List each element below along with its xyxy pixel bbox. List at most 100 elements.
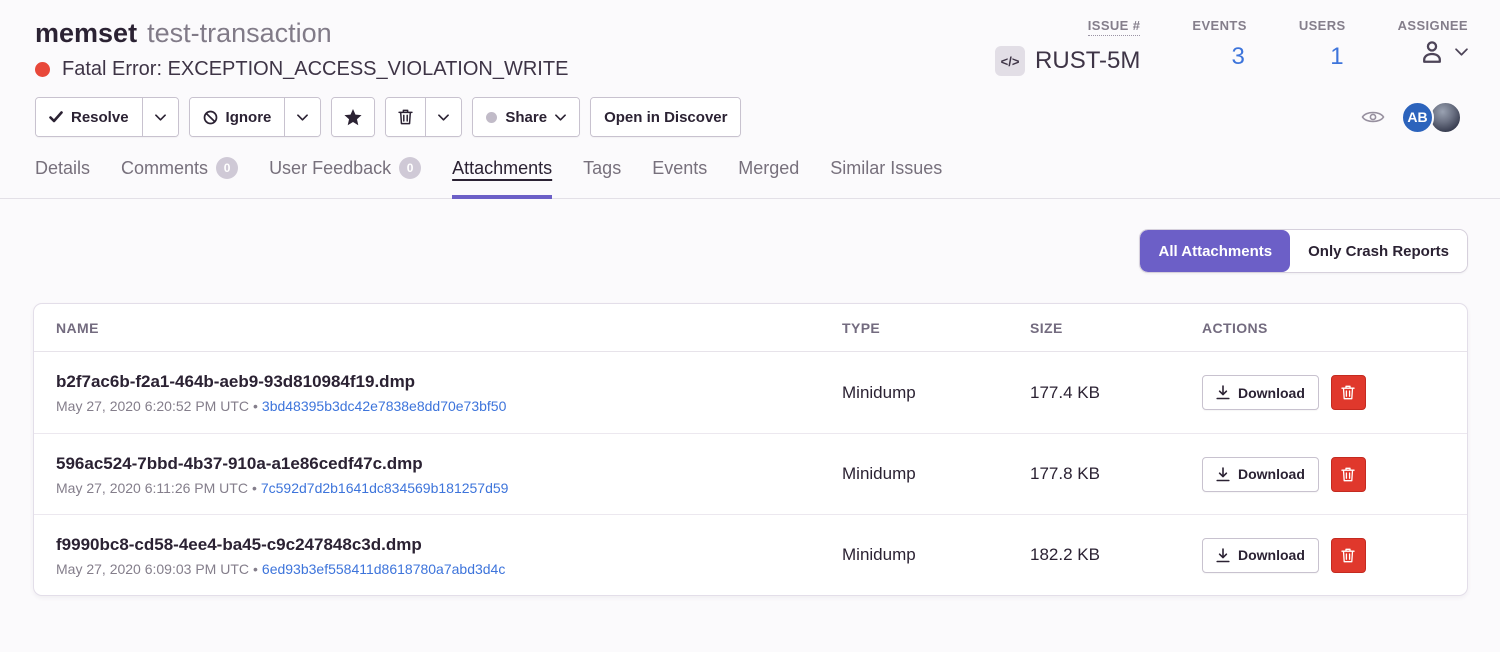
delete-button-group xyxy=(385,97,462,137)
issue-number-label: ISSUE # xyxy=(1088,18,1141,36)
attachment-date: May 27, 2020 6:11:26 PM UTC xyxy=(56,480,248,496)
share-status-dot-icon xyxy=(486,112,497,123)
delete-attachment-button[interactable] xyxy=(1331,457,1366,492)
users-label: USERS xyxy=(1299,18,1346,33)
stat-assignee: ASSIGNEE xyxy=(1398,18,1468,76)
ignore-button-group: Ignore xyxy=(189,97,322,137)
assignee-dropdown[interactable] xyxy=(1419,39,1468,65)
filter-all-attachments-button[interactable]: All Attachments xyxy=(1140,230,1290,272)
attachment-size: 177.4 KB xyxy=(1030,383,1202,403)
attachment-event-link[interactable]: 7c592d7d2b1641dc834569b181257d59 xyxy=(261,480,509,496)
stat-users: USERS 1 xyxy=(1299,18,1346,76)
issue-toolbar: Resolve Ignore xyxy=(35,97,1468,137)
code-icon: </> xyxy=(995,46,1025,76)
share-button[interactable]: Share xyxy=(473,98,579,136)
attachment-type: Minidump xyxy=(842,383,1030,403)
attachment-date: May 27, 2020 6:20:52 PM UTC xyxy=(56,398,249,414)
resolve-dropdown-button[interactable] xyxy=(142,98,178,136)
chevron-down-icon xyxy=(438,114,449,121)
tab-user-feedback[interactable]: User Feedback 0 xyxy=(269,151,421,198)
attachment-size: 182.2 KB xyxy=(1030,545,1202,565)
star-button[interactable] xyxy=(332,98,374,136)
stat-events: EVENTS 3 xyxy=(1192,18,1246,76)
delete-attachment-button[interactable] xyxy=(1331,375,1366,410)
tab-tags[interactable]: Tags xyxy=(583,151,621,198)
chevron-down-icon xyxy=(555,114,566,121)
attachments-filter-toggle: All Attachments Only Crash Reports xyxy=(1139,229,1468,273)
attachments-table: NAME TYPE SIZE ACTIONS b2f7ac6b-f2a1-464… xyxy=(33,303,1468,596)
trash-icon xyxy=(1341,548,1355,563)
user-feedback-count-badge: 0 xyxy=(399,157,421,179)
delete-button[interactable] xyxy=(386,98,425,136)
attachment-type: Minidump xyxy=(842,464,1030,484)
download-button[interactable]: Download xyxy=(1202,538,1319,573)
chevron-down-icon xyxy=(155,114,166,121)
table-row: 596ac524-7bbd-4b37-910a-a1e86cedf47c.dmp… xyxy=(34,433,1467,514)
download-icon xyxy=(1216,385,1230,400)
resolve-button-group: Resolve xyxy=(35,97,179,137)
column-header-size: SIZE xyxy=(1030,320,1202,336)
attachment-name-cell: f9990bc8-cd58-4ee4-ba45-c9c247848c3d.dmp… xyxy=(56,534,842,577)
attachment-type: Minidump xyxy=(842,545,1030,565)
trash-icon xyxy=(1341,467,1355,482)
comments-count-badge: 0 xyxy=(216,157,238,179)
download-button[interactable]: Download xyxy=(1202,375,1319,410)
tab-comments[interactable]: Comments 0 xyxy=(121,151,238,198)
eye-icon[interactable] xyxy=(1361,108,1385,126)
issue-title-secondary: test-transaction xyxy=(147,18,332,48)
column-header-name: NAME xyxy=(56,320,842,336)
delete-attachment-button[interactable] xyxy=(1331,538,1366,573)
events-count[interactable]: 3 xyxy=(1231,43,1246,71)
attachment-event-link[interactable]: 3bd48395b3dc42e7838e8dd70e73bf50 xyxy=(262,398,506,414)
tab-events[interactable]: Events xyxy=(652,151,707,198)
attachment-filename: 596ac524-7bbd-4b37-910a-a1e86cedf47c.dmp xyxy=(56,453,842,475)
attachment-date: May 27, 2020 6:09:03 PM UTC xyxy=(56,561,249,577)
share-label: Share xyxy=(505,109,547,126)
attachment-filename: b2f7ac6b-f2a1-464b-aeb9-93d810984f19.dmp xyxy=(56,371,842,393)
issue-title: memset test-transaction xyxy=(35,16,568,50)
tab-merged[interactable]: Merged xyxy=(738,151,799,198)
open-in-discover-button[interactable]: Open in Discover xyxy=(591,98,740,136)
column-header-type: TYPE xyxy=(842,320,1030,336)
ignore-label: Ignore xyxy=(226,109,272,126)
resolve-label: Resolve xyxy=(71,109,129,126)
attachment-size: 177.8 KB xyxy=(1030,464,1202,484)
circle-slash-icon xyxy=(203,110,218,125)
table-row: f9990bc8-cd58-4ee4-ba45-c9c247848c3d.dmp… xyxy=(34,514,1467,595)
attachment-event-link[interactable]: 6ed93b3ef558411d8618780a7abd3d4c xyxy=(262,561,505,577)
ignore-button[interactable]: Ignore xyxy=(190,98,285,136)
attachment-name-cell: b2f7ac6b-f2a1-464b-aeb9-93d810984f19.dmp… xyxy=(56,371,842,414)
attachment-filename: f9990bc8-cd58-4ee4-ba45-c9c247848c3d.dmp xyxy=(56,534,842,556)
filter-only-crash-reports-button[interactable]: Only Crash Reports xyxy=(1290,230,1467,272)
person-icon xyxy=(1419,39,1445,65)
users-count[interactable]: 1 xyxy=(1330,43,1345,71)
participant-avatars: AB xyxy=(1401,101,1462,134)
share-button-group: Share xyxy=(472,97,580,137)
avatar-initials[interactable]: AB xyxy=(1401,101,1434,134)
issue-header: memset test-transaction Fatal Error: EXCE… xyxy=(0,0,1500,137)
table-header-row: NAME TYPE SIZE ACTIONS xyxy=(34,304,1467,352)
tab-attachments[interactable]: Attachments xyxy=(452,151,552,198)
bookmark-button-group xyxy=(331,97,375,137)
ignore-dropdown-button[interactable] xyxy=(284,98,320,136)
assignee-label: ASSIGNEE xyxy=(1398,18,1468,33)
issue-number-value: RUST-5M xyxy=(1035,47,1140,75)
delete-dropdown-button[interactable] xyxy=(425,98,461,136)
check-icon xyxy=(49,111,63,123)
stat-issue-number: ISSUE # </> RUST-5M xyxy=(995,18,1140,76)
issue-tab-bar: Details Comments 0 User Feedback 0 Attac… xyxy=(0,137,1500,199)
error-message: Fatal Error: EXCEPTION_ACCESS_VIOLATION_… xyxy=(62,58,568,81)
download-button[interactable]: Download xyxy=(1202,457,1319,492)
issue-title-primary: memset xyxy=(35,18,137,48)
column-header-actions: ACTIONS xyxy=(1202,320,1467,336)
download-icon xyxy=(1216,548,1230,563)
chevron-down-icon xyxy=(1455,48,1468,56)
star-icon xyxy=(344,109,362,126)
resolve-button[interactable]: Resolve xyxy=(36,98,142,136)
tab-details[interactable]: Details xyxy=(35,151,90,198)
table-row: b2f7ac6b-f2a1-464b-aeb9-93d810984f19.dmp… xyxy=(34,352,1467,433)
error-level-dot xyxy=(35,62,50,77)
trash-icon xyxy=(1341,385,1355,400)
tab-similar-issues[interactable]: Similar Issues xyxy=(830,151,942,198)
attachment-name-cell: 596ac524-7bbd-4b37-910a-a1e86cedf47c.dmp… xyxy=(56,453,842,496)
